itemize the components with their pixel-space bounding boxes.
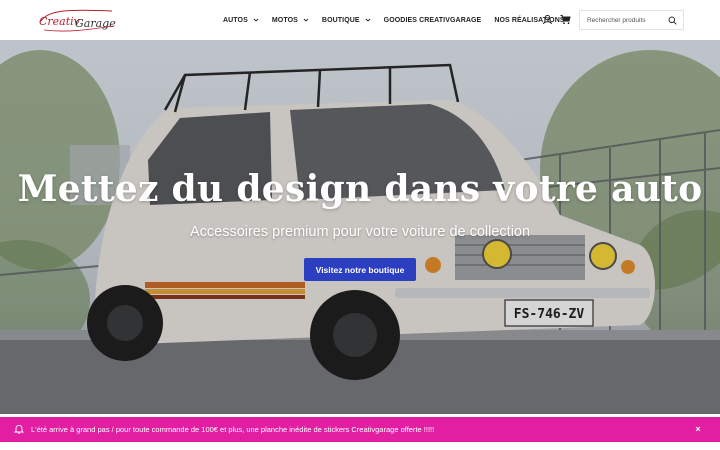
promo-banner: L'été arrive à grand pas / pour toute co… (0, 417, 720, 442)
visit-shop-button[interactable]: Visitez notre boutique (304, 258, 416, 281)
creativgarage-logo[interactable]: Creativ Garage (38, 7, 116, 33)
page-bottom-edge (0, 442, 720, 450)
chevron-down-icon (365, 18, 370, 22)
svg-text:Garage: Garage (75, 17, 116, 30)
main-nav: AUTOS MOTOS BOUTIQUE GOODIES CREATIVGARA… (223, 0, 565, 40)
close-icon[interactable]: × (691, 422, 705, 436)
site-header: Creativ Garage AUTOS MOTOS BOUTIQUE GOOD… (0, 0, 720, 40)
hero-subtitle: Accessoires premium pour votre voiture d… (189, 224, 531, 240)
search-input[interactable] (580, 11, 660, 29)
user-icon[interactable] (542, 14, 553, 25)
nav-item-goodies[interactable]: GOODIES CREATIVGARAGE (384, 17, 482, 24)
nav-item-label: BOUTIQUE (321, 16, 360, 24)
nav-item-label: MOTOS (271, 16, 298, 24)
nav-item-realisations[interactable]: NOS RÉALISATIONS (494, 17, 564, 24)
nav-item-label: AUTOS (223, 16, 248, 24)
nav-item-boutique[interactable]: BOUTIQUE (322, 17, 371, 24)
cart-icon[interactable] (560, 14, 571, 25)
promo-text: L'été arrive à grand pas / pour toute co… (31, 425, 435, 434)
chevron-down-icon (303, 18, 309, 22)
hero-banner: FS-746-ZV Mettez du design dans votre au… (0, 40, 720, 414)
chevron-down-icon (253, 18, 259, 22)
nav-item-label: GOODIES CREATIVGARAGE (383, 16, 482, 24)
nav-item-autos[interactable]: AUTOS (223, 17, 259, 24)
nav-item-motos[interactable]: MOTOS (272, 17, 309, 24)
nav-item-label: NOS RÉALISATIONS (494, 16, 565, 24)
search-icon[interactable] (668, 16, 677, 25)
hero-title: Mettez du design dans votre auto (17, 168, 703, 210)
bell-icon (14, 424, 24, 434)
search-box (579, 10, 684, 30)
